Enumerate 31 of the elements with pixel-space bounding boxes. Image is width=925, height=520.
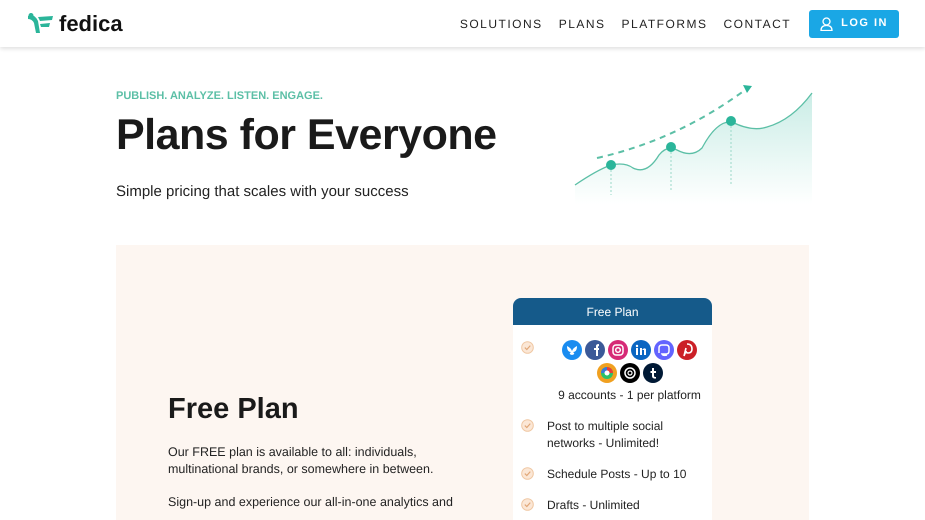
social-network-icon (562, 340, 582, 360)
feature-text: Post to multiple social networks - Unlimited! (547, 418, 664, 452)
social-network-icon (596, 363, 616, 383)
logo-text: fedica (59, 12, 123, 34)
check-icon (521, 341, 534, 354)
card-header: Free Plan (513, 298, 712, 325)
social-network-icon (608, 340, 628, 360)
nav-link[interactable]: PLATFORMS (622, 14, 708, 32)
social-network-icon (677, 340, 697, 360)
feature-text: 9 accounts - 1 per platform (557, 387, 702, 404)
social-network-icon (654, 340, 674, 360)
plan-description: Our FREE plan is available to all: individuals, multinational brands, or somewhere in between. (168, 444, 434, 478)
check-icon (521, 467, 534, 480)
page-title: Plans for Everyone (116, 114, 497, 157)
social-network-icon (642, 363, 662, 383)
subtitle: Simple pricing that scales with your success (116, 182, 410, 202)
feature-text: Schedule Posts - Up to 10 (547, 466, 688, 483)
plan-heading: Free Plan (168, 395, 300, 424)
check-icon (521, 498, 534, 511)
social-network-icon (631, 340, 651, 360)
user-icon (820, 16, 834, 30)
logo-icon (26, 12, 54, 34)
feature-text: Drafts - Unlimited (547, 497, 641, 514)
tagline: PUBLISH. ANALYZE. LISTEN. ENGAGE. (116, 91, 324, 102)
nav-link[interactable]: PLANS (558, 14, 606, 32)
nav-link[interactable]: SOLUTIONS (460, 14, 543, 32)
social-network-icon (620, 363, 640, 383)
plan-description: Sign-up and experience our all-in-one analytics and (168, 494, 454, 511)
social-network-icon (585, 340, 605, 360)
check-icon (521, 419, 534, 432)
nav-link[interactable]: CONTACT (724, 14, 792, 32)
